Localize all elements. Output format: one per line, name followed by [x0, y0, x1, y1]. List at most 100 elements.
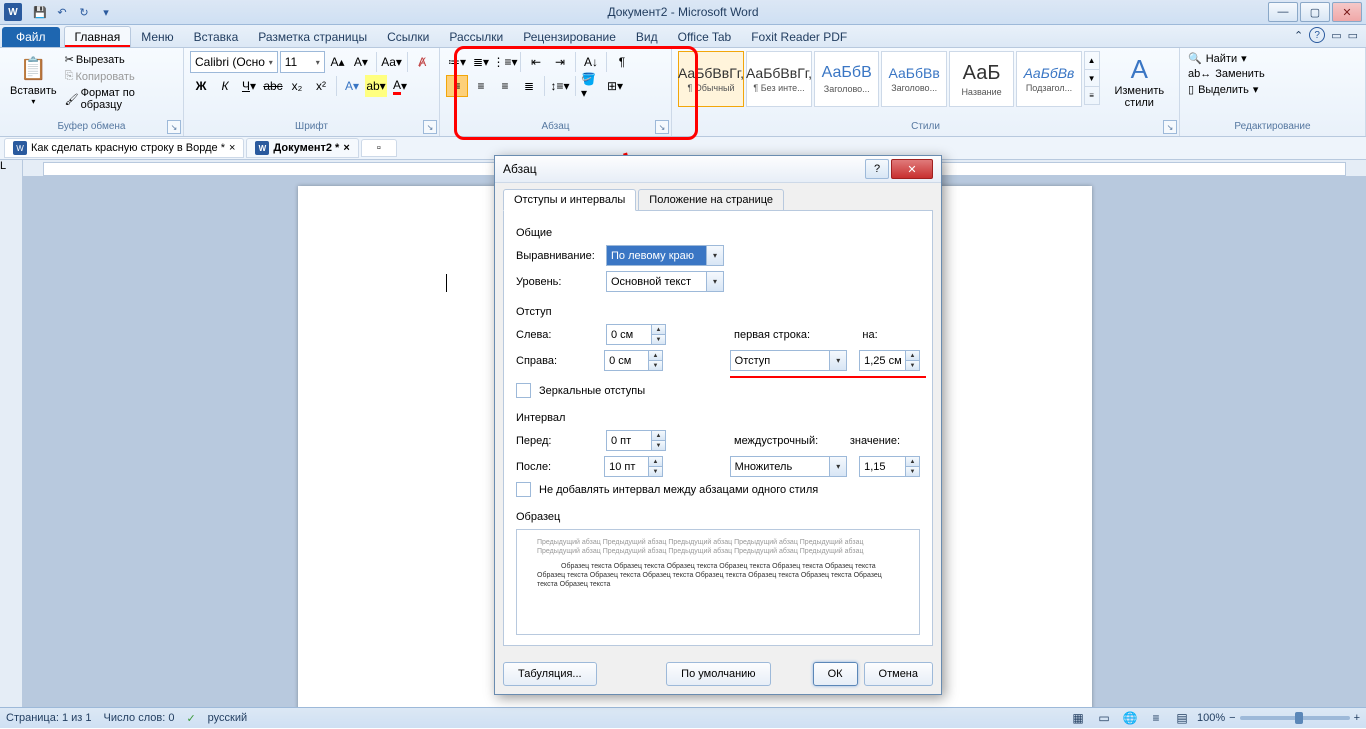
tab-foxit[interactable]: Foxit Reader PDF — [741, 27, 857, 47]
alignment-combo[interactable]: По левому краю▾ — [606, 245, 724, 266]
window-icon-2[interactable]: ▭ — [1348, 29, 1358, 42]
text-effects-icon[interactable]: A▾ — [341, 75, 363, 97]
status-words[interactable]: Число слов: 0 — [104, 712, 175, 724]
change-styles-button[interactable]: A Изменить стили — [1106, 51, 1173, 111]
view-web-icon[interactable]: 🌐 — [1119, 707, 1141, 729]
align-center-icon[interactable]: ≡ — [470, 75, 492, 97]
minimize-button[interactable]: — — [1268, 2, 1298, 22]
style-title[interactable]: АаБНазвание — [949, 51, 1014, 107]
at-spin[interactable]: 1,15▲▼ — [859, 456, 920, 477]
strike-icon[interactable]: abc — [262, 75, 284, 97]
font-color-icon[interactable]: A▾ — [389, 75, 411, 97]
styles-more[interactable]: ≡ — [1085, 86, 1099, 104]
redo-icon[interactable]: ↻ — [74, 2, 94, 22]
decrease-indent-icon[interactable]: ⇤ — [525, 51, 547, 73]
status-page[interactable]: Страница: 1 из 1 — [6, 712, 92, 724]
first-line-by-spin[interactable]: 1,25 см▲▼ — [859, 350, 920, 371]
doctab-close-icon[interactable]: × — [229, 142, 235, 154]
qat-dropdown-icon[interactable]: ▾ — [96, 2, 116, 22]
tab-view[interactable]: Вид — [626, 27, 668, 47]
zoom-slider[interactable] — [1240, 716, 1350, 720]
show-marks-icon[interactable]: ¶ — [611, 51, 633, 73]
default-button[interactable]: По умолчанию — [666, 662, 770, 686]
view-draft-icon[interactable]: ▤ — [1171, 707, 1193, 729]
style-heading1[interactable]: АаБбВЗаголово... — [814, 51, 879, 107]
styles-scroll-up[interactable]: ▲ — [1085, 52, 1099, 69]
styles-scroll-down[interactable]: ▼ — [1085, 69, 1099, 87]
file-tab[interactable]: Файл — [2, 27, 60, 47]
tab-indents-spacing[interactable]: Отступы и интервалы — [503, 189, 636, 211]
align-left-icon[interactable]: ≡ — [446, 75, 468, 97]
tab-menu[interactable]: Меню — [131, 27, 183, 47]
tab-review[interactable]: Рецензирование — [513, 27, 626, 47]
doctab-close-icon[interactable]: × — [343, 142, 349, 154]
dialog-close-button[interactable]: ✕ — [891, 159, 933, 179]
line-spacing-icon[interactable]: ↕≡▾ — [549, 75, 571, 97]
change-case-icon[interactable]: Aa▾ — [381, 51, 403, 73]
bold-icon[interactable]: Ж — [190, 75, 212, 97]
highlight-icon[interactable]: ab▾ — [365, 75, 387, 97]
replace-button[interactable]: ab↔Заменить — [1186, 67, 1359, 81]
clear-formatting-icon[interactable]: Ⱥ — [412, 51, 433, 73]
mirror-indents-checkbox[interactable] — [516, 383, 531, 398]
tab-mailings[interactable]: Рассылки — [439, 27, 513, 47]
tabs-button[interactable]: Табуляция... — [503, 662, 597, 686]
before-spin[interactable]: 0 пт▲▼ — [606, 430, 666, 451]
paste-button[interactable]: 📋 Вставить ▾ — [6, 51, 61, 121]
dialog-help-button[interactable]: ? — [865, 159, 889, 179]
window-icon[interactable]: ▭ — [1331, 29, 1341, 42]
zoom-in-icon[interactable]: + — [1354, 712, 1360, 724]
sort-icon[interactable]: A↓ — [580, 51, 602, 73]
font-launcher[interactable]: ↘ — [423, 120, 437, 134]
tab-insert[interactable]: Вставка — [184, 27, 249, 47]
doctab-2[interactable]: WДокумент2 *× — [246, 138, 358, 158]
multilevel-icon[interactable]: ⋮≡▾ — [494, 51, 516, 73]
zoom-out-icon[interactable]: − — [1229, 712, 1235, 724]
view-print-layout-icon[interactable]: ▦ — [1067, 707, 1089, 729]
tab-references[interactable]: Ссылки — [377, 27, 439, 47]
cut-button[interactable]: ✂Вырезать — [65, 53, 177, 66]
italic-icon[interactable]: К — [214, 75, 236, 97]
zoom-level[interactable]: 100% — [1197, 712, 1225, 724]
spellcheck-icon[interactable]: ✓ — [186, 712, 195, 725]
view-outline-icon[interactable]: ≡ — [1145, 707, 1167, 729]
select-button[interactable]: ▯Выделить ▾ — [1186, 82, 1359, 97]
tab-page-layout[interactable]: Разметка страницы — [248, 27, 377, 47]
underline-icon[interactable]: Ч▾ — [238, 75, 260, 97]
styles-launcher[interactable]: ↘ — [1163, 120, 1177, 134]
first-line-combo[interactable]: Отступ▾ — [730, 350, 848, 371]
cancel-button[interactable]: Отмена — [864, 662, 933, 686]
shrink-font-icon[interactable]: A▾ — [350, 51, 371, 73]
font-size-combo[interactable]: 11▾ — [280, 51, 325, 73]
subscript-icon[interactable]: x₂ — [286, 75, 308, 97]
clipboard-launcher[interactable]: ↘ — [167, 120, 181, 134]
maximize-button[interactable]: ▢ — [1300, 2, 1330, 22]
undo-icon[interactable]: ↶ — [52, 2, 72, 22]
numbering-icon[interactable]: ≣▾ — [470, 51, 492, 73]
line-spacing-combo[interactable]: Множитель▾ — [730, 456, 848, 477]
shading-icon[interactable]: 🪣▾ — [580, 75, 602, 97]
tab-home[interactable]: Главная — [64, 26, 132, 47]
find-button[interactable]: 🔍Найти ▾ — [1186, 51, 1359, 66]
no-space-checkbox[interactable] — [516, 482, 531, 497]
save-icon[interactable]: 💾 — [30, 2, 50, 22]
indent-right-spin[interactable]: 0 см▲▼ — [604, 350, 663, 371]
style-no-spacing[interactable]: АаБбВвГг,¶ Без инте... — [746, 51, 812, 107]
new-doctab[interactable]: ▫ — [361, 139, 397, 157]
dialog-titlebar[interactable]: Абзац ? ✕ — [495, 156, 941, 183]
help-icon[interactable]: ? — [1309, 27, 1325, 43]
level-combo[interactable]: Основной текст▾ — [606, 271, 724, 292]
borders-icon[interactable]: ⊞▾ — [604, 75, 626, 97]
align-right-icon[interactable]: ≡ — [494, 75, 516, 97]
bullets-icon[interactable]: ≔▾ — [446, 51, 468, 73]
vertical-ruler[interactable] — [0, 176, 23, 708]
ok-button[interactable]: ОК — [813, 662, 858, 686]
doctab-1[interactable]: WКак сделать красную строку в Ворде *× — [4, 138, 244, 158]
tab-line-page-breaks[interactable]: Положение на странице — [638, 189, 784, 211]
style-normal[interactable]: АаБбВвГг,¶ Обычный — [678, 51, 744, 107]
after-spin[interactable]: 10 пт▲▼ — [604, 456, 663, 477]
status-language[interactable]: русский — [208, 712, 247, 724]
view-full-screen-icon[interactable]: ▭ — [1093, 707, 1115, 729]
font-name-combo[interactable]: Calibri (Осно▾ — [190, 51, 278, 73]
close-button[interactable]: ✕ — [1332, 2, 1362, 22]
